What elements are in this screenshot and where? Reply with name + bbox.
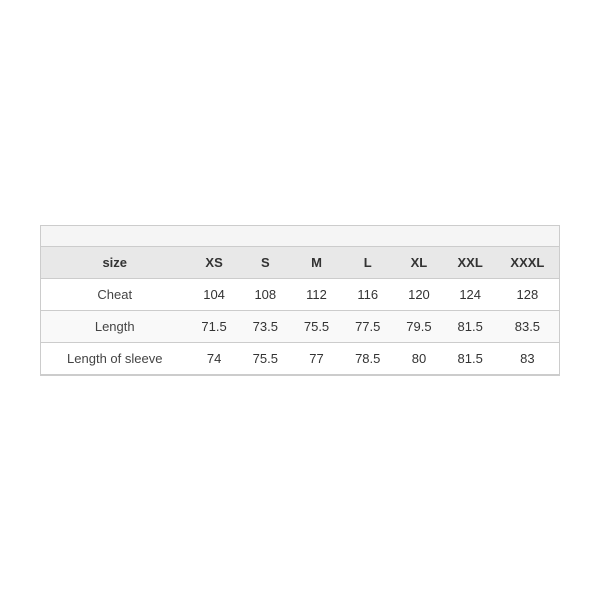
cell-0-2: 112 <box>291 278 342 310</box>
column-header-l: L <box>342 247 393 279</box>
cell-2-5: 81.5 <box>445 342 496 374</box>
cell-1-5: 81.5 <box>445 310 496 342</box>
cell-1-4: 79.5 <box>393 310 444 342</box>
column-header-s: S <box>240 247 291 279</box>
size-chart-table: sizeXSSMLXLXXLXXXL Cheat1041081121161201… <box>41 247 559 375</box>
table-row: Cheat104108112116120124128 <box>41 278 559 310</box>
row-label-2: Length of sleeve <box>41 342 188 374</box>
size-chart-container: sizeXSSMLXLXXLXXXL Cheat1041081121161201… <box>40 225 560 376</box>
column-header-xs: XS <box>188 247 239 279</box>
cell-0-0: 104 <box>188 278 239 310</box>
cell-0-3: 116 <box>342 278 393 310</box>
cell-1-1: 73.5 <box>240 310 291 342</box>
row-label-0: Cheat <box>41 278 188 310</box>
cell-1-0: 71.5 <box>188 310 239 342</box>
row-label-1: Length <box>41 310 188 342</box>
size-column-header: size <box>41 247 188 279</box>
cell-0-1: 108 <box>240 278 291 310</box>
cell-0-6: 128 <box>496 278 559 310</box>
column-header-m: M <box>291 247 342 279</box>
column-header-xxl: XXL <box>445 247 496 279</box>
table-row: Length71.573.575.577.579.581.583.5 <box>41 310 559 342</box>
cell-2-4: 80 <box>393 342 444 374</box>
column-header-xl: XL <box>393 247 444 279</box>
cell-1-2: 75.5 <box>291 310 342 342</box>
table-header-row: sizeXSSMLXLXXLXXXL <box>41 247 559 279</box>
size-chart-title-row <box>41 226 559 247</box>
cell-1-3: 77.5 <box>342 310 393 342</box>
cell-0-4: 120 <box>393 278 444 310</box>
cell-2-2: 77 <box>291 342 342 374</box>
cell-2-6: 83 <box>496 342 559 374</box>
cell-2-0: 74 <box>188 342 239 374</box>
cell-2-3: 78.5 <box>342 342 393 374</box>
cell-2-1: 75.5 <box>240 342 291 374</box>
table-body: Cheat104108112116120124128Length71.573.5… <box>41 278 559 374</box>
column-header-xxxl: XXXL <box>496 247 559 279</box>
table-row: Length of sleeve7475.57778.58081.583 <box>41 342 559 374</box>
cell-0-5: 124 <box>445 278 496 310</box>
cell-1-6: 83.5 <box>496 310 559 342</box>
